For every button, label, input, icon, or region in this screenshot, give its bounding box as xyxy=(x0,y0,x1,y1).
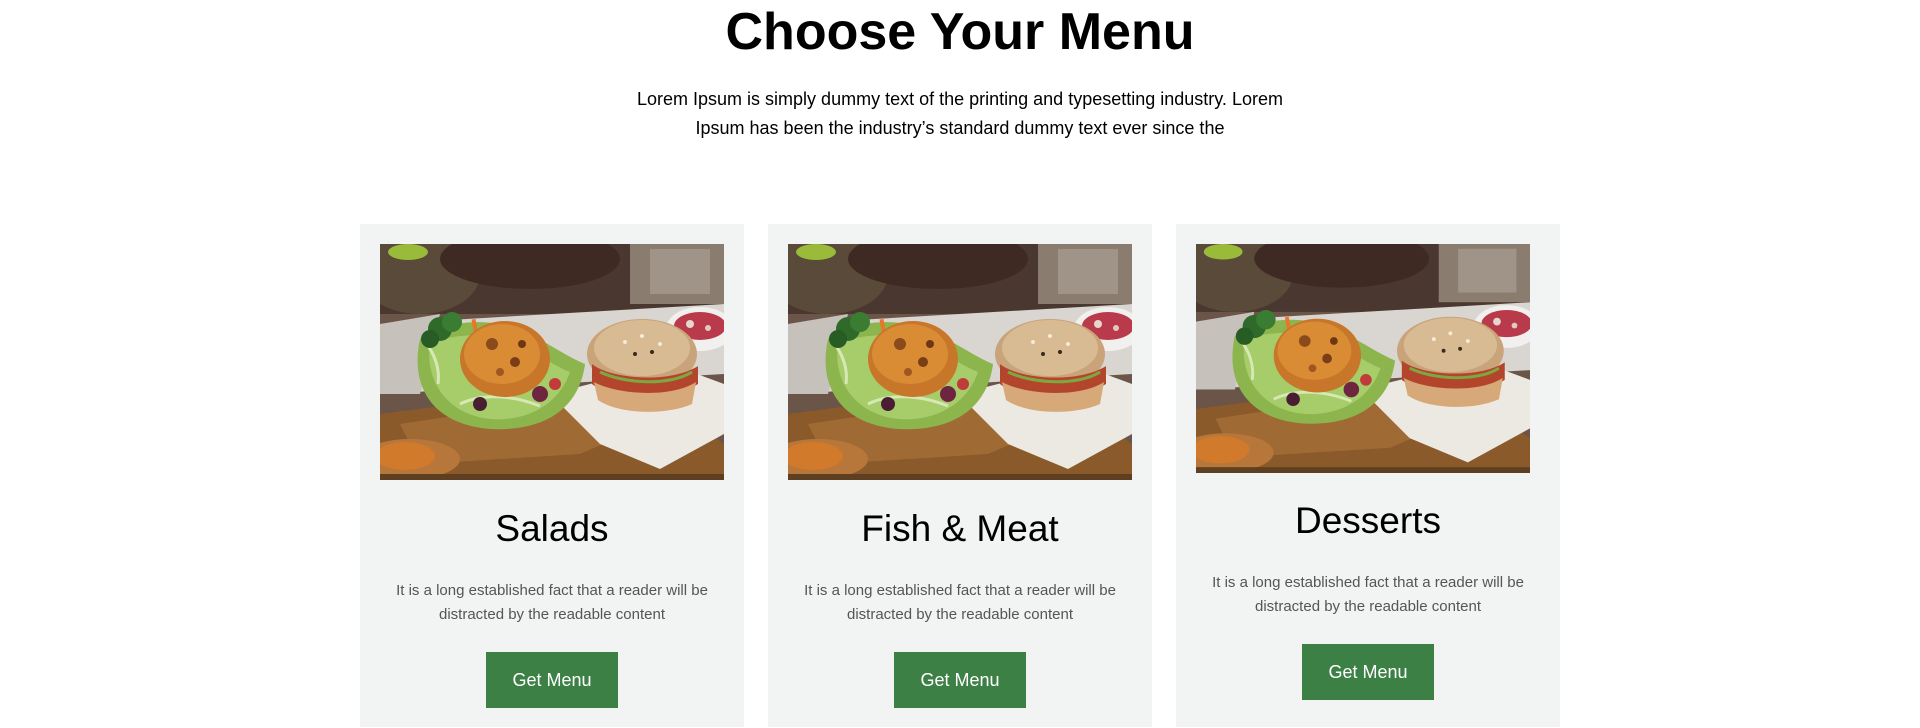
card-title: Desserts xyxy=(1295,500,1441,541)
menu-card-desserts: Desserts It is a long established fact t… xyxy=(1176,224,1560,727)
get-menu-button[interactable]: Get Menu xyxy=(894,652,1026,708)
card-image xyxy=(1196,244,1530,473)
get-menu-button[interactable]: Get Menu xyxy=(486,652,618,708)
get-menu-button[interactable]: Get Menu xyxy=(1302,644,1434,700)
menu-card-fish-meat: Fish & Meat It is a long established fac… xyxy=(768,224,1152,727)
card-title: Salads xyxy=(495,508,609,549)
menu-card-salads: Salads It is a long established fact tha… xyxy=(360,224,744,727)
menu-section: Choose Your Menu Lorem Ipsum is simply d… xyxy=(0,0,1920,728)
section-subtitle: Lorem Ipsum is simply dummy text of the … xyxy=(637,89,1283,138)
card-description: It is a long established fact that a rea… xyxy=(804,582,1116,623)
section-title: Choose Your Menu xyxy=(725,3,1195,61)
card-image xyxy=(380,244,724,480)
card-description: It is a long established fact that a rea… xyxy=(1212,574,1524,615)
card-title: Fish & Meat xyxy=(861,508,1059,549)
card-image xyxy=(788,244,1132,480)
card-description: It is a long established fact that a rea… xyxy=(396,582,708,623)
